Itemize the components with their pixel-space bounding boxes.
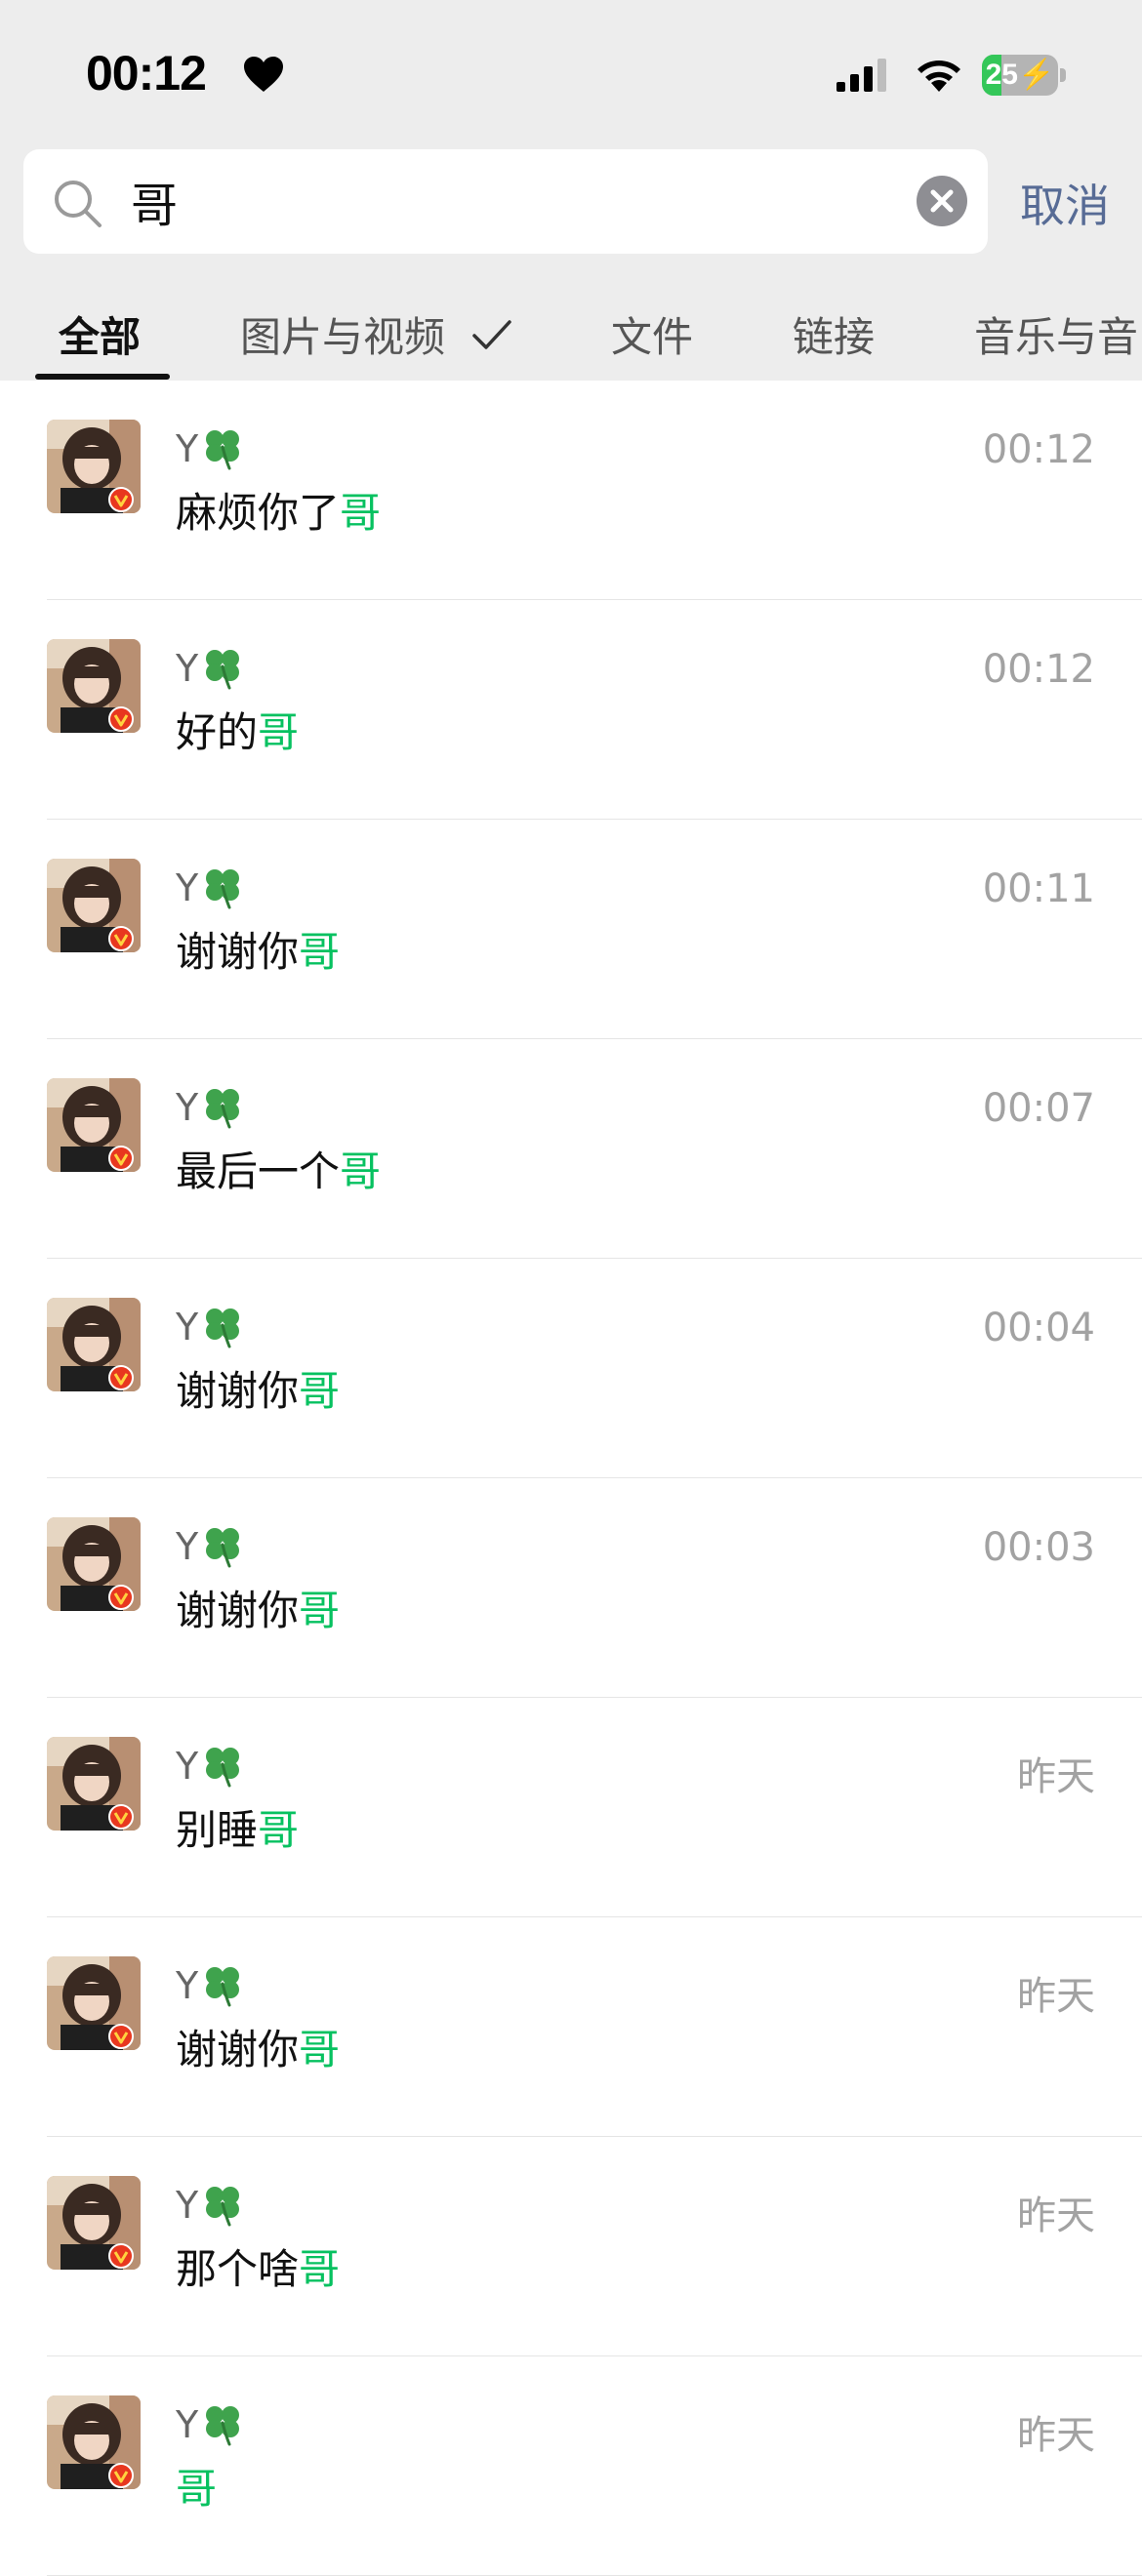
header: 00:12 25⚡ 哥 取消 全部 图片与视频 文件 链接 音乐与音 [0, 0, 1142, 381]
message-prefix: 别睡 [176, 1806, 259, 1854]
message-time: 昨天 [1017, 1974, 1095, 2019]
tab-all-underline [35, 374, 170, 380]
tab-images-videos[interactable]: 图片与视频 [240, 304, 445, 364]
match-highlight: 哥 [340, 1147, 382, 1195]
sender-name: Y [176, 2403, 199, 2446]
result-item[interactable]: Y 谢谢你哥 00:03 [0, 1478, 1142, 1698]
sender-name: Y [176, 1086, 199, 1129]
tab-links[interactable]: 链接 [793, 304, 875, 364]
tab-all[interactable]: 全部 [59, 304, 141, 364]
message-prefix: 谢谢你 [176, 928, 300, 976]
battery-cap [1060, 68, 1066, 82]
match-highlight: 哥 [176, 2465, 218, 2513]
battery-body: 25⚡ [982, 55, 1058, 96]
sender-name: Y [176, 427, 199, 470]
message-prefix: 那个啥 [176, 2245, 300, 2293]
avatar[interactable] [47, 1737, 141, 1831]
clear-icon[interactable] [916, 175, 968, 227]
message-time: 00:03 [982, 1525, 1095, 1570]
message-prefix: 麻烦你了 [176, 489, 341, 537]
avatar[interactable] [47, 639, 141, 733]
sender-name: Y [176, 647, 199, 690]
message-prefix: 谢谢你 [176, 1587, 300, 1634]
sender-name: Y [176, 1525, 199, 1568]
match-highlight: 哥 [299, 2245, 341, 2293]
message-prefix: 谢谢你 [176, 2026, 300, 2073]
message-time: 昨天 [1017, 2413, 1095, 2458]
search-icon [55, 181, 102, 227]
sender-name: Y [176, 1306, 199, 1348]
message-text: 谢谢你哥 [176, 1578, 340, 1637]
message-time: 昨天 [1017, 1754, 1095, 1799]
avatar[interactable] [47, 420, 141, 513]
avatar[interactable] [47, 2395, 141, 2489]
status-bar: 00:12 25⚡ [0, 0, 1142, 146]
avatar[interactable] [47, 2176, 141, 2270]
match-highlight: 哥 [299, 1587, 341, 1634]
message-prefix: 谢谢你 [176, 1367, 300, 1415]
message-time: 昨天 [1017, 2194, 1095, 2238]
message-time: 00:11 [982, 866, 1095, 911]
sender-name: Y [176, 1964, 199, 2007]
avatar[interactable] [47, 1517, 141, 1611]
message-time: 00:07 [982, 1086, 1095, 1131]
message-text: 麻烦你了哥 [176, 480, 381, 540]
search-box[interactable] [23, 149, 988, 254]
message-text: 好的哥 [176, 700, 299, 759]
wifi-icon [918, 60, 960, 92]
message-text: 最后一个哥 [176, 1139, 381, 1198]
result-item[interactable]: Y 最后一个哥 00:07 [0, 1039, 1142, 1259]
avatar[interactable] [47, 859, 141, 952]
avatar[interactable] [47, 1956, 141, 2050]
message-text: 谢谢你哥 [176, 919, 340, 979]
sender-name: Y [176, 866, 199, 909]
status-time: 00:12 [86, 46, 207, 101]
battery-icon: 25⚡ [982, 55, 1066, 96]
message-prefix: 最后一个 [176, 1147, 341, 1195]
avatar[interactable] [47, 1298, 141, 1391]
message-text: 谢谢你哥 [176, 1358, 340, 1418]
match-highlight: 哥 [299, 928, 341, 976]
search-input[interactable] [131, 167, 912, 235]
match-highlight: 哥 [340, 489, 382, 537]
match-highlight: 哥 [258, 708, 300, 756]
signal-icon [836, 59, 886, 92]
sender-name: Y [176, 2184, 199, 2227]
result-item[interactable]: Y 别睡哥 昨天 [0, 1698, 1142, 1917]
message-text: 哥 [176, 2456, 217, 2516]
result-item[interactable]: Y 谢谢你哥 00:04 [0, 1259, 1142, 1478]
heart-icon [244, 57, 283, 92]
match-highlight: 哥 [258, 1806, 300, 1854]
cancel-button[interactable]: 取消 [1020, 171, 1110, 235]
check-icon [472, 320, 511, 349]
result-item[interactable]: Y 麻烦你了哥 00:12 [0, 381, 1142, 600]
tab-files[interactable]: 文件 [611, 304, 693, 364]
battery-percent: 25⚡ [985, 59, 1055, 91]
result-item[interactable]: Y 谢谢你哥 00:11 [0, 820, 1142, 1039]
match-highlight: 哥 [299, 1367, 341, 1415]
message-prefix: 好的 [176, 708, 259, 756]
message-text: 那个啥哥 [176, 2236, 340, 2296]
result-item[interactable]: Y 好的哥 00:12 [0, 600, 1142, 820]
result-item[interactable]: Y 那个啥哥 昨天 [0, 2137, 1142, 2356]
message-time: 00:12 [982, 427, 1095, 472]
sender-name: Y [176, 1745, 199, 1788]
result-item[interactable]: Y 谢谢你哥 昨天 [0, 1917, 1142, 2137]
avatar[interactable] [47, 1078, 141, 1172]
tab-music-audio[interactable]: 音乐与音 [974, 304, 1138, 364]
message-text: 谢谢你哥 [176, 2017, 340, 2076]
match-highlight: 哥 [299, 2026, 341, 2073]
message-text: 别睡哥 [176, 1797, 299, 1857]
filter-tabs: 全部 图片与视频 文件 链接 音乐与音 [0, 293, 1142, 381]
result-item[interactable]: Y 哥 昨天 [0, 2356, 1142, 2576]
message-time: 00:04 [982, 1306, 1095, 1350]
message-time: 00:12 [982, 647, 1095, 692]
